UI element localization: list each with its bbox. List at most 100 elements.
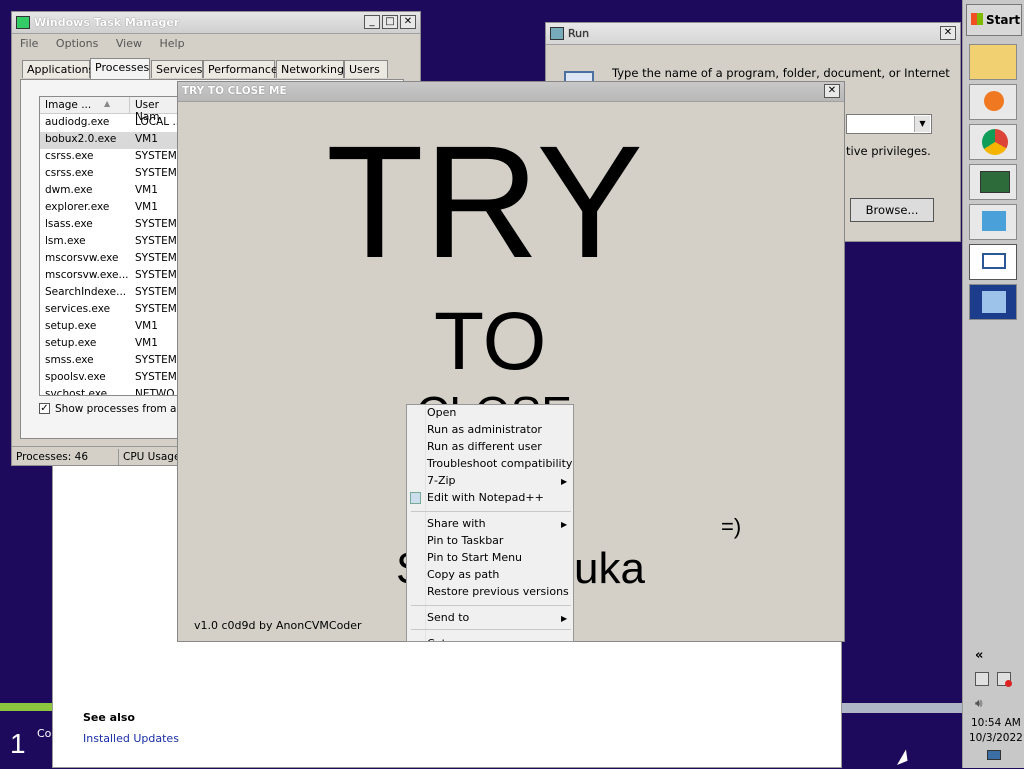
menu-view[interactable]: View [116, 37, 142, 50]
browse-button[interactable]: Browse... [850, 198, 934, 222]
start-button[interactable]: Start [966, 4, 1022, 36]
process-user-name: LOCAL ... [135, 116, 181, 128]
process-image-name: lsass.exe [45, 218, 93, 230]
action-center-flag-icon[interactable] [997, 672, 1012, 687]
process-user-name: VM1 [135, 320, 158, 332]
prank-title: TRY TO CLOSE ME [182, 85, 287, 97]
menu-help[interactable]: Help [159, 37, 184, 50]
context-menu-item[interactable]: Cut [427, 637, 446, 641]
context-menu-item[interactable]: Pin to Taskbar [427, 534, 503, 547]
task-manager-icon [16, 16, 30, 29]
table-row[interactable]: audiodg.exe LOCAL ... [40, 115, 180, 132]
windows-logo-icon [971, 13, 983, 25]
left-number: 1 [10, 728, 26, 759]
clock-date[interactable]: 10/3/2022 [969, 732, 1023, 744]
context-menu-item[interactable]: Open [427, 406, 456, 419]
context-menu-item[interactable]: Share with [427, 517, 486, 530]
installed-updates-link[interactable]: Installed Updates [83, 732, 179, 745]
process-user-name: SYSTEM [135, 218, 177, 230]
network-icon[interactable] [975, 672, 989, 686]
tab-networking[interactable]: Networking [276, 60, 344, 78]
context-menu-item[interactable]: Send to [427, 611, 469, 624]
process-user-name: VM1 [135, 201, 158, 213]
table-row[interactable]: explorer.exe VM1 [40, 200, 180, 217]
context-separator [411, 629, 571, 630]
table-row[interactable]: spoolsv.exe SYSTEM [40, 370, 180, 387]
table-row[interactable]: setup.exe VM1 [40, 319, 180, 336]
run-icon[interactable] [969, 244, 1017, 280]
install-icon[interactable] [969, 204, 1017, 240]
menu-file[interactable]: File [20, 37, 38, 50]
table-row[interactable]: smss.exe SYSTEM [40, 353, 180, 370]
process-user-name: VM1 [135, 337, 158, 349]
process-image-name: mscorsvw.exe [45, 252, 119, 264]
context-menu-item[interactable]: Edit with Notepad++ [427, 491, 544, 504]
table-row[interactable]: mscorsvw.exe... SYSTEM [40, 268, 180, 285]
table-row[interactable]: lsass.exe SYSTEM [40, 217, 180, 234]
table-row[interactable]: csrss.exe SYSTEM [40, 166, 180, 183]
control-panel-icon[interactable] [969, 284, 1017, 320]
process-user-name: SYSTEM [135, 150, 177, 162]
context-menu-item[interactable]: Troubleshoot compatibility [427, 457, 572, 470]
chevron-down-icon[interactable]: ▼ [914, 116, 930, 132]
clock-time[interactable]: 10:54 AM [971, 717, 1021, 729]
show-desktop-icon[interactable] [987, 750, 1001, 760]
tab-services[interactable]: Services [151, 60, 203, 78]
process-image-name: spoolsv.exe [45, 371, 106, 383]
minimize-button[interactable]: _ [364, 15, 380, 29]
context-menu-item[interactable]: Copy as path [427, 568, 499, 581]
table-row[interactable]: bobux2.0.exe VM1 [40, 132, 180, 149]
table-row[interactable]: csrss.exe SYSTEM [40, 149, 180, 166]
menu-options[interactable]: Options [56, 37, 98, 50]
chrome-icon[interactable] [969, 124, 1017, 160]
process-user-name: SYSTEM [135, 354, 177, 366]
table-row[interactable]: SearchIndexe... SYSTEM [40, 285, 180, 302]
context-separator [411, 511, 571, 512]
media-player-icon[interactable] [969, 84, 1017, 120]
maximize-button[interactable]: □ [382, 15, 398, 29]
see-also-heading: See also [83, 711, 135, 724]
show-all-checkbox[interactable]: ✓ [39, 403, 50, 414]
context-menu-item[interactable]: Run as different user [427, 440, 542, 453]
context-menu-item[interactable]: Pin to Start Menu [427, 551, 522, 564]
task-manager-titlebar[interactable]: Windows Task Manager _ □ ✕ [12, 12, 420, 34]
run-open-combobox[interactable]: ▼ [846, 114, 932, 134]
gray-strip-right [842, 703, 962, 713]
run-close-button[interactable]: ✕ [940, 26, 956, 40]
table-row[interactable]: setup.exe VM1 [40, 336, 180, 353]
table-row[interactable]: lsm.exe SYSTEM [40, 234, 180, 251]
context-menu-item[interactable]: Run as administrator [427, 423, 542, 436]
submenu-arrow-icon: ▶ [561, 520, 568, 529]
volume-icon[interactable]: 🔊︎ [975, 696, 983, 711]
prank-titlebar[interactable]: TRY TO CLOSE ME ✕ [178, 82, 844, 102]
run-titlebar[interactable]: Run ✕ [546, 23, 960, 45]
process-user-name: SYSTEM [135, 167, 177, 179]
task-manager-icon[interactable] [969, 164, 1017, 200]
context-menu: Open Run as administrator Run as different… [406, 404, 574, 642]
smiley-text: =) [721, 514, 742, 539]
context-menu-item[interactable]: 7-Zip [427, 474, 456, 487]
tab-performance[interactable]: Performance [203, 60, 278, 78]
prank-close-button[interactable]: ✕ [824, 84, 840, 98]
process-image-name: setup.exe [45, 337, 97, 349]
process-user-name: VM1 [135, 184, 158, 196]
process-image-name: explorer.exe [45, 201, 110, 213]
partial-name-right: uka [574, 544, 645, 593]
tab-applications[interactable]: Applications [22, 60, 94, 78]
table-row[interactable]: services.exe SYSTEM [40, 302, 180, 319]
column-header-image[interactable]: Image ... ▲ [40, 97, 130, 114]
windows-explorer-icon[interactable] [969, 44, 1017, 80]
process-image-name: csrss.exe [45, 150, 94, 162]
column-header-image-label: Image ... [45, 99, 92, 111]
process-list[interactable]: Image ... ▲ User Nam audiodg.exe LOCAL ..… [39, 96, 181, 396]
table-row[interactable]: mscorsvw.exe SYSTEM [40, 251, 180, 268]
table-row[interactable]: dwm.exe VM1 [40, 183, 180, 200]
tab-processes[interactable]: Processes [90, 58, 150, 79]
tab-users[interactable]: Users [344, 60, 388, 78]
close-button[interactable]: ✕ [400, 15, 416, 29]
table-row[interactable]: svchost.exe NETWO... [40, 387, 180, 395]
submenu-arrow-icon: ▶ [561, 614, 568, 623]
column-header-user[interactable]: User Nam [130, 97, 180, 123]
expand-tray-button[interactable]: « [975, 648, 983, 663]
context-menu-item[interactable]: Restore previous versions [427, 585, 569, 598]
